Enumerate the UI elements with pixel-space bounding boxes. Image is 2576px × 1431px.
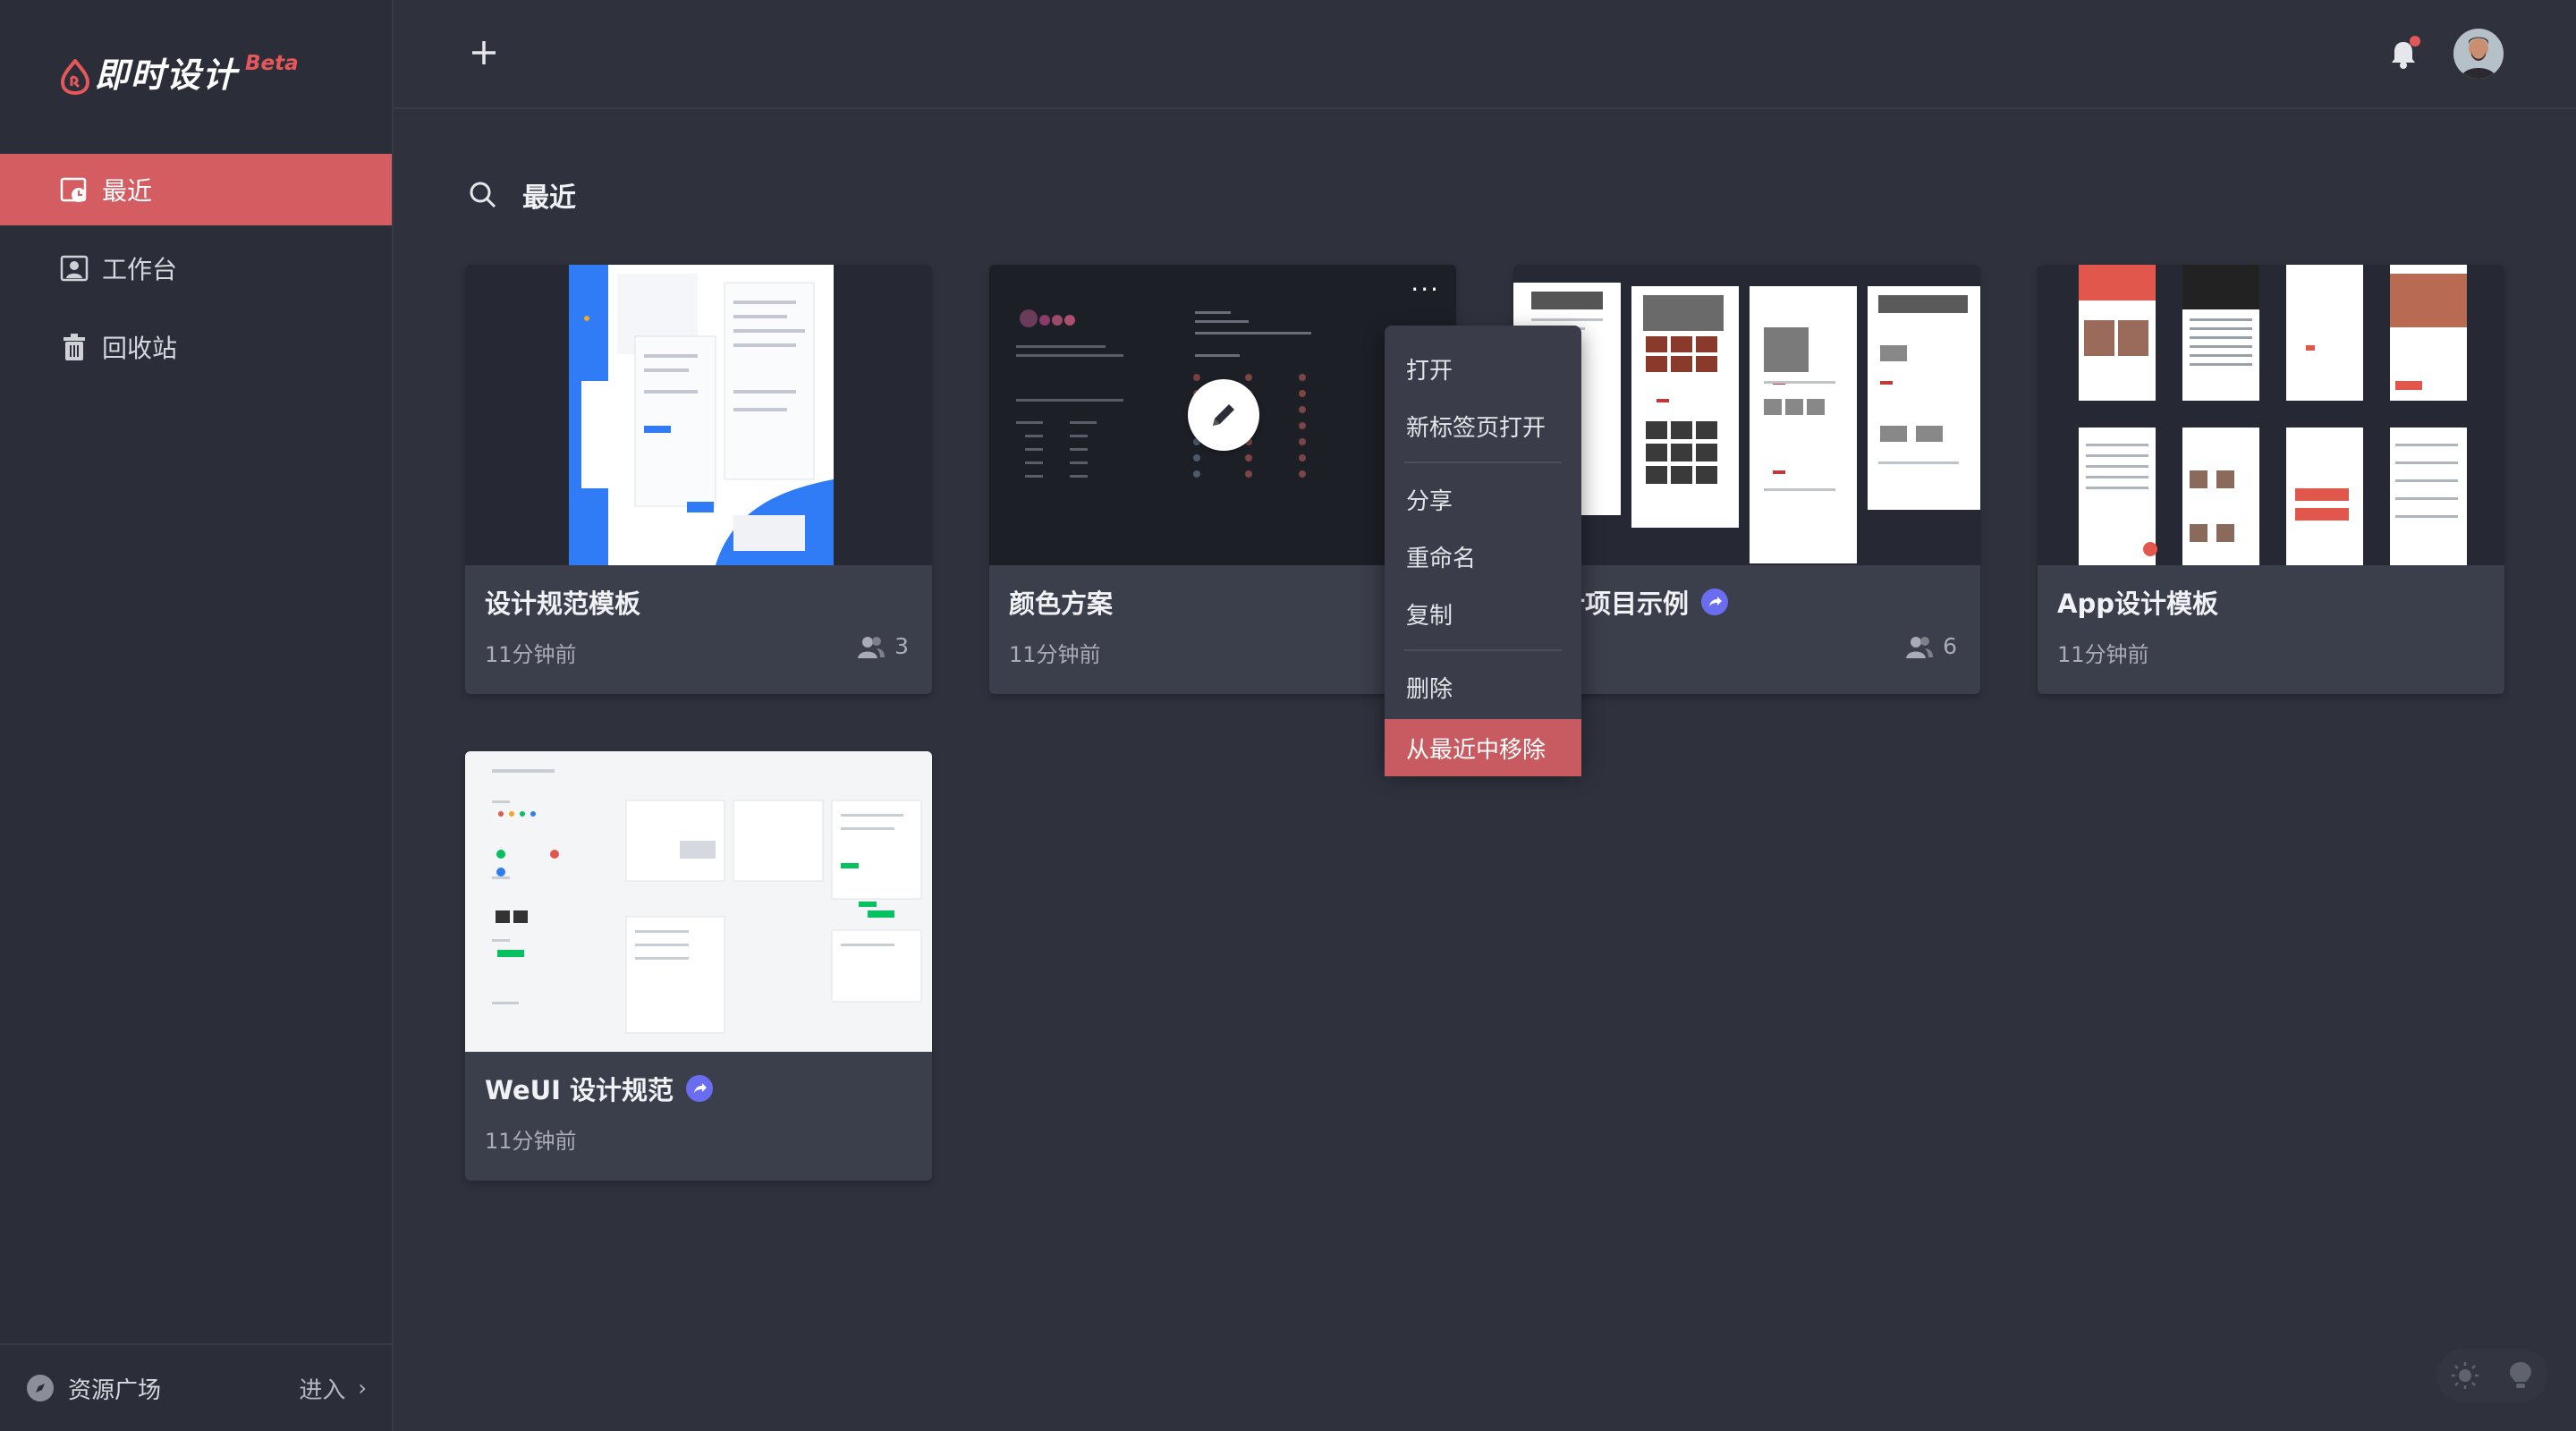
logo-icon: [60, 59, 90, 95]
resource-plaza-bar: 资源广场 进入 ›: [0, 1343, 392, 1431]
recent-icon: [59, 174, 89, 205]
menu-item-rename[interactable]: 重命名: [1385, 528, 1581, 585]
file-context-menu: 打开 新标签页打开 分享 重命名 复制 删除 从最近中移除: [1385, 326, 1581, 776]
app-logo[interactable]: 即时设计 Beta: [59, 52, 299, 95]
theme-toggle-icon[interactable]: [2450, 1360, 2480, 1391]
file-thumbnail: [465, 265, 932, 565]
user-avatar[interactable]: [2453, 29, 2504, 79]
section-header: 最近: [467, 175, 576, 215]
file-title: 颜色方案: [1009, 588, 1114, 619]
sidebar: 即时设计 Beta 最近 工作台 回收站 资源广场 进入 ›: [0, 0, 394, 1431]
file-time: 11分钟前: [2057, 642, 2149, 667]
members-count: 6: [1905, 633, 1957, 659]
file-time: 11分钟前: [1009, 642, 1101, 667]
resource-plaza-link[interactable]: 资源广场: [27, 1372, 161, 1405]
menu-item-delete[interactable]: 删除: [1385, 658, 1581, 716]
menu-item-duplicate[interactable]: 复制: [1385, 585, 1581, 642]
shared-icon: [686, 1075, 714, 1102]
file-card[interactable]: App设计模板 11分钟前: [2038, 265, 2504, 694]
file-title: 设计规范模板: [485, 588, 641, 619]
add-button[interactable]: [463, 32, 504, 73]
app-name: 即时设计: [95, 55, 239, 95]
pencil-icon: [1213, 404, 1234, 426]
beta-badge: Beta: [245, 52, 299, 75]
enter-label: 进入: [299, 1376, 346, 1404]
search-icon[interactable]: [467, 179, 499, 211]
menu-item-share[interactable]: 分享: [1385, 470, 1581, 528]
chevron-right-icon: ›: [358, 1376, 367, 1401]
top-bar: [394, 0, 2576, 109]
lightbulb-icon[interactable]: [2507, 1360, 2534, 1391]
members-icon: [858, 636, 886, 658]
notification-dot: [2410, 36, 2420, 47]
file-card[interactable]: 设计项目示例 钟前 6: [1513, 265, 1980, 694]
section-title: 最近: [522, 182, 576, 214]
resource-plaza-label: 资源广场: [68, 1376, 162, 1404]
enter-link[interactable]: 进入 ›: [299, 1372, 367, 1405]
file-time: 11分钟前: [485, 642, 577, 667]
file-card[interactable]: WeUI 设计规范 11分钟前: [465, 751, 932, 1181]
sidebar-item-trash[interactable]: 回收站: [0, 311, 392, 383]
members-number: 6: [1943, 633, 1957, 659]
file-thumbnail: [465, 751, 932, 1052]
menu-divider: [1404, 649, 1562, 651]
edit-button[interactable]: [1188, 379, 1259, 451]
members-count: 3: [857, 633, 909, 659]
sidebar-nav: 最近 工作台 回收站: [0, 154, 392, 390]
sidebar-item-label: 工作台: [102, 255, 178, 284]
menu-item-open[interactable]: 打开: [1385, 340, 1581, 397]
file-title-text: WeUI 设计规范: [485, 1075, 674, 1105]
workspace-icon: [59, 253, 89, 284]
compass-icon: [27, 1375, 54, 1401]
file-title: WeUI 设计规范: [485, 1070, 714, 1107]
sidebar-item-label: 回收站: [102, 334, 178, 363]
notification-button[interactable]: [2383, 34, 2424, 75]
file-time: 11分钟前: [485, 1129, 577, 1154]
file-thumbnail: [2038, 265, 2504, 565]
sidebar-item-label: 最近: [102, 176, 153, 206]
file-card[interactable]: 设计规范模板 11分钟前 3: [465, 265, 932, 694]
menu-divider: [1404, 461, 1562, 463]
members-icon: [1906, 636, 1934, 658]
file-title: App设计模板: [2057, 588, 2218, 619]
menu-item-open-new-tab[interactable]: 新标签页打开: [1385, 397, 1581, 454]
sidebar-item-recent[interactable]: 最近: [0, 154, 392, 225]
menu-item-remove-from-recent[interactable]: 从最近中移除: [1385, 719, 1581, 776]
sidebar-item-workspace[interactable]: 工作台: [0, 233, 392, 304]
bottom-tools: [2436, 1349, 2547, 1402]
more-options-button[interactable]: ···: [1411, 277, 1440, 302]
trash-icon: [59, 332, 89, 362]
members-number: 3: [894, 633, 909, 659]
file-thumbnail: [1513, 265, 1980, 565]
shared-icon: [1701, 588, 1729, 615]
